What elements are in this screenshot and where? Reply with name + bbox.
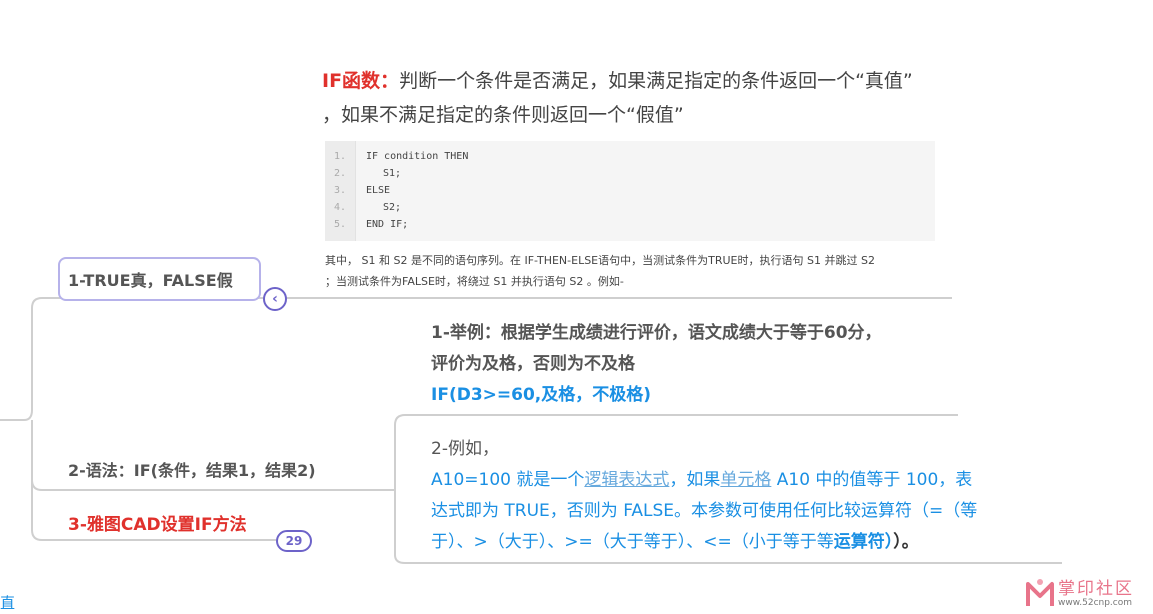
- code-line: IF condition THEN: [366, 151, 469, 162]
- example-2-line3: 达式即为 TRUE，否则为 FALSE。本参数可使用任何比较运算符（=（等: [431, 501, 978, 521]
- line-number: 4.: [334, 202, 347, 213]
- example-2-text: A10 中的值等于 100，表: [771, 470, 973, 490]
- node-2-label[interactable]: 2-语法：IF(条件，结果1，结果2): [68, 457, 316, 481]
- code-line: S1;: [383, 168, 402, 179]
- line-number: 2.: [334, 168, 347, 179]
- logic-expression-link[interactable]: 逻辑表达式: [584, 470, 669, 490]
- line-number: 3.: [334, 185, 347, 196]
- example-2-bold: 运算符）: [833, 532, 894, 552]
- node-3-label[interactable]: 3-雅图CAD设置IF方法: [68, 510, 247, 535]
- example-2-line4: 于）、>（大于）、>=（大于等于）、<=（小于等于等运算符））。: [431, 527, 1056, 558]
- if-keyword: IF函数：: [322, 70, 400, 92]
- child-count-badge[interactable]: 29: [276, 530, 312, 552]
- example-2-line2: A10=100 就是一个逻辑表达式，如果单元格 A10 中的值等于 100，表: [431, 465, 1056, 496]
- example-1: 1-举例：根据学生成绩进行评价，语文成绩大于等于60分， 评价为及格，否则为不及…: [431, 318, 951, 411]
- code-line: ELSE: [366, 185, 391, 196]
- cell-link[interactable]: 单元格: [720, 470, 771, 490]
- chevron-left-icon: ‹: [272, 291, 278, 307]
- code-note-line1: 其中， S1 和 S2 是不同的语句序列。在 IF-THEN-ELSE语句中，当…: [325, 254, 875, 267]
- code-line: S2;: [383, 202, 402, 213]
- line-number: 5.: [334, 219, 347, 230]
- if-desc-line1: 判断一个条件是否满足，如果满足指定的条件返回一个“真值”: [399, 70, 913, 92]
- example-1-line1: 1-举例：根据学生成绩进行评价，语文成绩大于等于60分，: [431, 323, 882, 343]
- node-1-label: 1-TRUE真，FALSE假: [68, 271, 233, 290]
- example-1-formula: IF(D3>=60,及格，不极格): [431, 385, 652, 405]
- watermark-title: 掌印社区: [1058, 579, 1134, 599]
- example-1-line2: 评价为及格，否则为不及格: [431, 354, 635, 374]
- code-line: END IF;: [366, 219, 409, 230]
- watermark: 掌印社区 www.52cnp.com: [1018, 572, 1153, 614]
- example-2-line1: 2-例如，: [431, 439, 499, 459]
- edge-text-fragment: 直: [0, 594, 16, 612]
- code-note-line2: ；当测试条件为FALSE时，将绕过 S1 并执行语句 S2 。例如-: [325, 275, 624, 288]
- if-function-description: IF函数：判断一个条件是否满足，如果满足指定的条件返回一个“真值” ，如果不满足…: [322, 64, 952, 132]
- watermark-url: www.52cnp.com: [1058, 598, 1133, 608]
- example-2-text: A10=100 就是一个: [431, 470, 585, 490]
- watermark-logo-icon: [1026, 579, 1054, 606]
- example-2: 2-例如， A10=100 就是一个逻辑表达式，如果单元格 A10 中的值等于 …: [431, 434, 1056, 558]
- code-block: 1. 2. 3. 4. 5. IF condition THEN S1; ELS…: [325, 141, 935, 241]
- if-desc-line2: ，如果不满足指定的条件则返回一个“假值”: [322, 104, 684, 126]
- code-note: 其中， S1 和 S2 是不同的语句序列。在 IF-THEN-ELSE语句中，当…: [325, 250, 945, 292]
- collapse-button[interactable]: ‹: [263, 287, 287, 311]
- line-number: 1.: [334, 151, 347, 162]
- example-2-bold-end: ）。: [893, 532, 919, 552]
- example-2-text: ，如果: [669, 470, 721, 490]
- example-2-text: 于）、>（大于）、>=（大于等于）、<=（小于等于等: [431, 532, 834, 552]
